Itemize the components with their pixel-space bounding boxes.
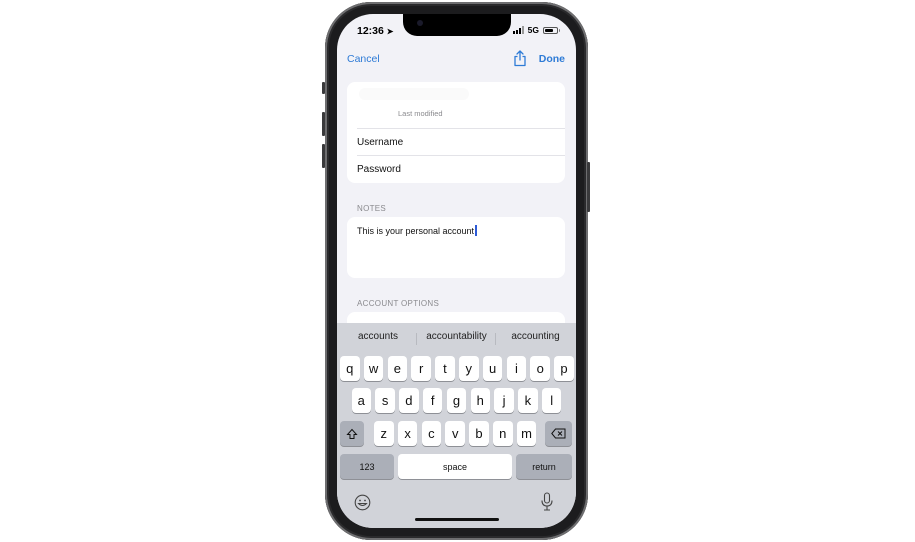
account-card: Last modified Username Password bbox=[347, 82, 565, 183]
key-e[interactable]: e bbox=[387, 356, 408, 381]
volume-up-button bbox=[322, 112, 325, 136]
divider bbox=[495, 333, 496, 345]
key-z[interactable]: z bbox=[374, 421, 394, 446]
key-p[interactable]: p bbox=[554, 356, 574, 381]
home-indicator[interactable] bbox=[415, 518, 499, 521]
key-u[interactable]: u bbox=[482, 356, 503, 381]
battery-icon bbox=[543, 26, 560, 34]
key-y[interactable]: y bbox=[459, 356, 479, 381]
microphone-icon[interactable] bbox=[541, 492, 553, 512]
nav-bar: Cancel Done bbox=[337, 50, 576, 72]
emoji-icon[interactable] bbox=[354, 494, 371, 511]
key-r[interactable]: r bbox=[411, 356, 431, 381]
divider bbox=[357, 128, 565, 129]
key-n[interactable]: n bbox=[493, 421, 513, 446]
notes-header: NOTES bbox=[357, 204, 387, 213]
divider bbox=[357, 155, 565, 156]
done-button[interactable]: Done bbox=[539, 53, 565, 65]
key-k[interactable]: k bbox=[518, 388, 538, 413]
last-modified-label: Last modified bbox=[398, 109, 443, 118]
password-field[interactable]: Password bbox=[357, 164, 401, 175]
account-options-header: ACCOUNT OPTIONS bbox=[357, 299, 440, 308]
phone-screen: 12:36 ➤ 5G Cancel Done Last modified Use… bbox=[337, 14, 576, 528]
suggestion-accountability[interactable]: accountability bbox=[419, 331, 494, 342]
cancel-button[interactable]: Cancel bbox=[347, 53, 380, 65]
shift-icon bbox=[346, 428, 358, 439]
key-d[interactable]: d bbox=[399, 388, 419, 413]
suggestion-accounts[interactable]: accounts bbox=[345, 331, 411, 342]
key-g[interactable]: g bbox=[446, 388, 467, 413]
key-s[interactable]: s bbox=[375, 388, 395, 413]
signal-icon bbox=[512, 26, 524, 34]
shift-key[interactable] bbox=[340, 421, 364, 446]
username-field[interactable]: Username bbox=[357, 137, 403, 148]
key-o[interactable]: o bbox=[530, 356, 550, 381]
power-button bbox=[587, 162, 590, 212]
key-x[interactable]: x bbox=[397, 421, 418, 446]
backspace-icon bbox=[551, 428, 566, 439]
location-icon: ➤ bbox=[386, 27, 394, 36]
key-i[interactable]: i bbox=[506, 356, 527, 381]
key-m[interactable]: m bbox=[516, 421, 537, 446]
key-c[interactable]: c bbox=[421, 421, 442, 446]
notch bbox=[403, 14, 511, 36]
key-b[interactable]: b bbox=[469, 421, 489, 446]
camera bbox=[417, 20, 423, 26]
share-icon[interactable] bbox=[513, 50, 527, 67]
volume-down-button bbox=[322, 144, 325, 168]
status-indicators: 5G bbox=[512, 25, 560, 35]
action-button bbox=[322, 82, 325, 94]
key-v[interactable]: v bbox=[445, 421, 465, 446]
redacted-title bbox=[359, 88, 469, 100]
status-time: 12:36 ➤ bbox=[357, 25, 394, 37]
divider bbox=[416, 333, 417, 345]
key-j[interactable]: j bbox=[494, 388, 514, 413]
key-w[interactable]: w bbox=[363, 356, 384, 381]
key-l[interactable]: l bbox=[541, 388, 562, 413]
key-t[interactable]: t bbox=[435, 356, 455, 381]
backspace-key[interactable] bbox=[545, 421, 572, 446]
return-key[interactable]: return bbox=[516, 454, 572, 479]
numbers-key[interactable]: 123 bbox=[340, 454, 394, 479]
key-h[interactable]: h bbox=[470, 388, 491, 413]
text-cursor bbox=[475, 225, 477, 236]
notes-text[interactable]: This is your personal account bbox=[357, 225, 477, 236]
suggestion-accounting[interactable]: accounting bbox=[499, 331, 572, 342]
notes-field[interactable]: This is your personal account bbox=[347, 217, 565, 278]
key-a[interactable]: a bbox=[351, 388, 372, 413]
network-label: 5G bbox=[527, 25, 539, 35]
key-f[interactable]: f bbox=[422, 388, 443, 413]
keyboard: accounts accountability accounting 123 s… bbox=[337, 323, 576, 528]
key-q[interactable]: q bbox=[340, 356, 360, 381]
space-key[interactable]: space bbox=[398, 454, 512, 479]
